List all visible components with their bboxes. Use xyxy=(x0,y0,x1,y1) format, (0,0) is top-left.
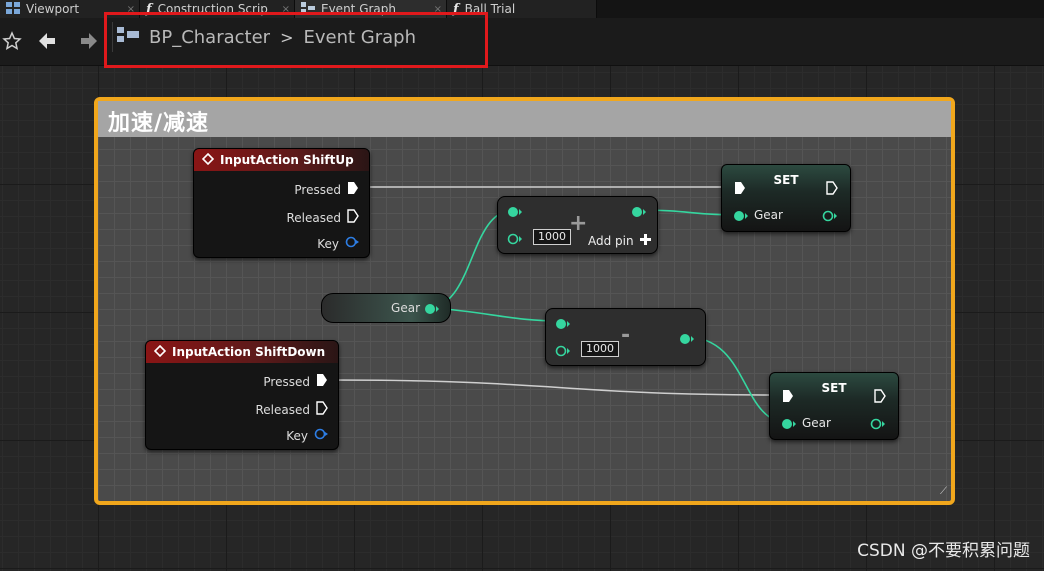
breadcrumb-graph[interactable]: Event Graph xyxy=(303,27,416,48)
key-pin[interactable]: Key xyxy=(317,236,359,251)
float-pin-filled-icon[interactable] xyxy=(679,331,695,350)
key-pin[interactable]: Key xyxy=(286,428,328,443)
float-pin-filled-icon[interactable] xyxy=(733,209,749,226)
add-node[interactable]: 1000 + Add pin xyxy=(497,196,658,254)
pressed-pin[interactable]: Pressed xyxy=(263,373,328,390)
released-pin[interactable]: Released xyxy=(286,209,359,226)
exec-out-pin-icon[interactable] xyxy=(874,389,886,406)
exec-pin-empty-icon[interactable] xyxy=(347,209,359,226)
subtract-node[interactable]: 1000 - xyxy=(545,308,706,366)
pressed-pin[interactable]: Pressed xyxy=(294,181,359,198)
watermark: CSDN @不要积累问题 xyxy=(857,541,1030,561)
node-title: InputAction ShiftDown xyxy=(172,345,326,359)
float-pin-filled-icon[interactable] xyxy=(424,302,440,319)
pin-label: Key xyxy=(286,428,308,443)
variable-label: Gear xyxy=(391,301,420,315)
exec-pin-empty-icon[interactable] xyxy=(316,401,328,418)
add-pin-label: Add pin xyxy=(588,234,634,248)
add-pin-button[interactable]: Add pin xyxy=(588,234,651,248)
gear-getter-node[interactable]: Gear xyxy=(321,293,451,323)
float-pin-filled-icon[interactable] xyxy=(631,204,647,223)
viewport-icon xyxy=(6,1,20,17)
node-header: InputAction ShiftDown xyxy=(146,341,338,363)
exec-pin-filled-icon[interactable] xyxy=(316,373,328,390)
float-pin-filled-icon[interactable] xyxy=(781,417,797,434)
comment-title[interactable]: 加速/减速 xyxy=(98,101,951,137)
node-header: InputAction ShiftUp xyxy=(194,149,369,171)
back-arrow-icon[interactable] xyxy=(35,29,59,53)
float-pin-empty-icon[interactable] xyxy=(507,231,523,250)
exec-in-pin-icon[interactable] xyxy=(734,181,746,198)
pin-label: Key xyxy=(317,236,339,251)
float-pin-empty-icon[interactable] xyxy=(555,343,571,362)
pin-label: Released xyxy=(286,210,341,225)
variable-label: Gear xyxy=(802,416,831,430)
struct-pin-icon[interactable] xyxy=(345,236,359,251)
variable-label: Gear xyxy=(754,208,783,222)
event-diamond-icon xyxy=(201,152,215,168)
released-pin[interactable]: Released xyxy=(255,401,328,418)
float-pin-empty-icon[interactable] xyxy=(870,417,886,434)
struct-pin-icon[interactable] xyxy=(314,428,328,443)
value-input[interactable]: 1000 xyxy=(581,341,619,357)
operator-label: + xyxy=(569,211,588,236)
set-gear-node-bottom[interactable]: SET Gear xyxy=(769,372,899,440)
float-pin-empty-icon[interactable] xyxy=(822,209,838,226)
input-action-shiftdown-node[interactable]: InputAction ShiftDown Pressed Released K… xyxy=(145,340,339,450)
exec-pin-filled-icon[interactable] xyxy=(347,181,359,198)
breadcrumb-blueprint[interactable]: BP_Character xyxy=(149,27,270,48)
forward-arrow-icon[interactable] xyxy=(77,29,101,53)
plus-icon xyxy=(639,234,651,248)
exec-out-pin-icon[interactable] xyxy=(826,181,838,198)
blueprint-icon xyxy=(117,26,139,48)
pin-label: Pressed xyxy=(294,182,341,197)
float-pin-filled-icon[interactable] xyxy=(555,316,571,335)
resize-grip-icon[interactable]: ⟋ xyxy=(940,486,947,497)
operator-label: - xyxy=(621,323,631,348)
breadcrumb-highlight: BP_Character > Event Graph xyxy=(104,12,488,68)
value-input[interactable]: 1000 xyxy=(533,229,571,245)
pin-label: Released xyxy=(255,402,310,417)
favorite-star-icon[interactable] xyxy=(0,29,24,53)
set-gear-node-top[interactable]: SET Gear xyxy=(721,164,851,232)
pin-label: Pressed xyxy=(263,374,310,389)
input-action-shiftup-node[interactable]: InputAction ShiftUp Pressed Released Key xyxy=(193,148,370,258)
breadcrumb: BP_Character > Event Graph xyxy=(117,19,416,55)
exec-in-pin-icon[interactable] xyxy=(782,389,794,406)
node-title: InputAction ShiftUp xyxy=(220,153,354,167)
event-diamond-icon xyxy=(153,344,167,360)
breadcrumb-separator: > xyxy=(280,27,294,47)
tab-label: Viewport xyxy=(26,2,80,16)
float-pin-filled-icon[interactable] xyxy=(507,204,523,223)
